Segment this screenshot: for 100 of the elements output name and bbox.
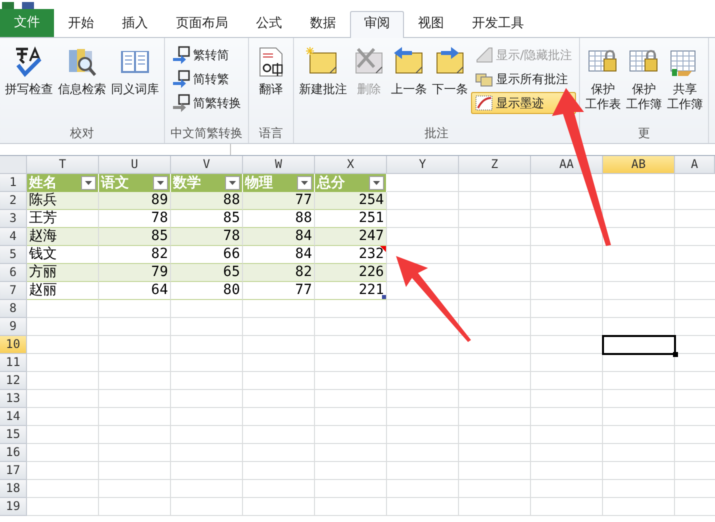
ribbon-tab[interactable]: 开始 (54, 11, 108, 37)
ribbon-button[interactable]: 显示所有批注 (471, 68, 576, 90)
header-text: 总分 (317, 174, 345, 192)
ink-stroke-icon (475, 94, 493, 112)
row-header[interactable]: 15 (0, 426, 27, 444)
group-label: 中文简繁转换 (170, 125, 244, 142)
table-cell: 89 (99, 192, 171, 210)
table-cell: 85 (171, 210, 243, 228)
ribbon-button[interactable]: 繁转简 (168, 44, 245, 66)
header-text: 语文 (101, 174, 129, 192)
table-cell: 251 (315, 210, 387, 228)
table-cell: 88 (243, 210, 315, 228)
table-cell: 赵丽 (27, 282, 99, 300)
ribbon-button[interactable]: 同义词库 (109, 40, 161, 102)
row-header[interactable]: 11 (0, 354, 27, 372)
table-resize-handle[interactable] (382, 295, 386, 299)
ribbon-tab[interactable]: 视图 (404, 11, 458, 37)
ribbon-tab[interactable]: 文件 (0, 9, 54, 37)
ribbon-button[interactable]: 共享 工作簿 (665, 40, 706, 117)
ribbon-tab[interactable]: 插入 (108, 11, 162, 37)
column-header[interactable]: X (315, 156, 387, 174)
row-header[interactable]: 8 (0, 300, 27, 318)
ribbon-button[interactable]: 新建批注 (297, 40, 349, 102)
filter-button[interactable] (369, 176, 384, 190)
group-label: 校对 (69, 125, 95, 142)
ribbon-tab[interactable]: 开发工具 (458, 11, 538, 37)
ribbon-tab[interactable]: 数据 (296, 11, 350, 37)
row-header[interactable]: 6 (0, 264, 27, 282)
column-header[interactable]: Y (387, 156, 459, 174)
ribbon-button[interactable]: 下一条 (430, 40, 470, 102)
filter-button[interactable] (297, 176, 312, 190)
row-header[interactable]: 2 (0, 192, 27, 210)
table-cell: 82 (99, 246, 171, 264)
ribbon-button[interactable]: 保护 工作表 (583, 40, 624, 117)
column-header[interactable]: W (243, 156, 315, 174)
column-header[interactable]: AB (603, 156, 675, 174)
note-toggle-icon (475, 46, 493, 64)
row-header[interactable]: 14 (0, 408, 27, 426)
row-header[interactable]: 9 (0, 318, 27, 336)
row-header[interactable]: 7 (0, 282, 27, 300)
dropdown-icon (301, 181, 308, 185)
ribbon-tab[interactable]: 审阅 (350, 11, 404, 38)
row-header[interactable]: 16 (0, 444, 27, 462)
table-cell: 84 (243, 228, 315, 246)
column-header[interactable]: A (675, 156, 715, 174)
ribbon-tab[interactable]: 页面布局 (162, 11, 242, 37)
filter-button[interactable] (153, 176, 168, 190)
group-label: 批注 (424, 125, 450, 142)
select-all-button[interactable] (0, 156, 27, 174)
table-cell: 钱文 (27, 246, 99, 264)
arrow-character-icon (172, 46, 190, 64)
row-header[interactable]: 19 (0, 498, 27, 516)
dropdown-icon (373, 181, 380, 185)
dropdown-icon (229, 181, 236, 185)
active-cell[interactable] (603, 336, 675, 354)
table-cell: 79 (99, 264, 171, 282)
table-cell: 84 (243, 246, 315, 264)
ribbon-button[interactable]: 保护 工作簿 (624, 40, 664, 117)
filter-button[interactable] (81, 176, 96, 190)
group-label: 更 (637, 125, 652, 142)
column-header[interactable]: T (27, 156, 99, 174)
column-header[interactable]: V (171, 156, 243, 174)
ribbon-button[interactable]: 信息检索 (56, 40, 108, 102)
row-header[interactable]: 1 (0, 174, 27, 192)
ribbon-tab[interactable]: 公式 (242, 11, 296, 37)
table-cell: 77 (243, 282, 315, 300)
row-header[interactable]: 13 (0, 390, 27, 408)
dropdown-icon (157, 181, 164, 185)
row-header[interactable]: 5 (0, 246, 27, 264)
ribbon-button[interactable]: 简转繁 (168, 68, 245, 90)
ribbon-button[interactable]: 翻译 (252, 40, 290, 102)
table-cell: 赵海 (27, 228, 99, 246)
ribbon-button[interactable]: 拼写检查 (3, 40, 55, 102)
row-header[interactable]: 12 (0, 372, 27, 390)
table-cell: 77 (243, 192, 315, 210)
table-cell: 85 (99, 228, 171, 246)
row-header[interactable]: 4 (0, 228, 27, 246)
table-cell: 226 (315, 264, 387, 282)
table-cell: 64 (99, 282, 171, 300)
column-header[interactable]: Z (459, 156, 531, 174)
table-cell: 82 (243, 264, 315, 282)
table-cell: 254 (315, 192, 387, 210)
dropdown-icon (85, 181, 92, 185)
row-header[interactable]: 17 (0, 462, 27, 480)
row-header[interactable]: 18 (0, 480, 27, 498)
table-cell: 66 (171, 246, 243, 264)
row-header[interactable]: 10 (0, 336, 27, 354)
ribbon-button[interactable]: 简繁转换 (168, 92, 245, 114)
fill-handle[interactable] (673, 352, 678, 357)
arrow-character-icon (172, 70, 190, 88)
table-cell: 王芳 (27, 210, 99, 228)
header-text: 数学 (173, 174, 201, 192)
table-cell: 陈兵 (27, 192, 99, 210)
table-cell: 80 (171, 282, 243, 300)
table-cell: 方丽 (27, 264, 99, 282)
filter-button[interactable] (225, 176, 240, 190)
column-header[interactable]: U (99, 156, 171, 174)
ribbon-button[interactable]: 上一条 (389, 40, 429, 102)
row-header[interactable]: 3 (0, 210, 27, 228)
group-label: 语言 (258, 125, 284, 142)
